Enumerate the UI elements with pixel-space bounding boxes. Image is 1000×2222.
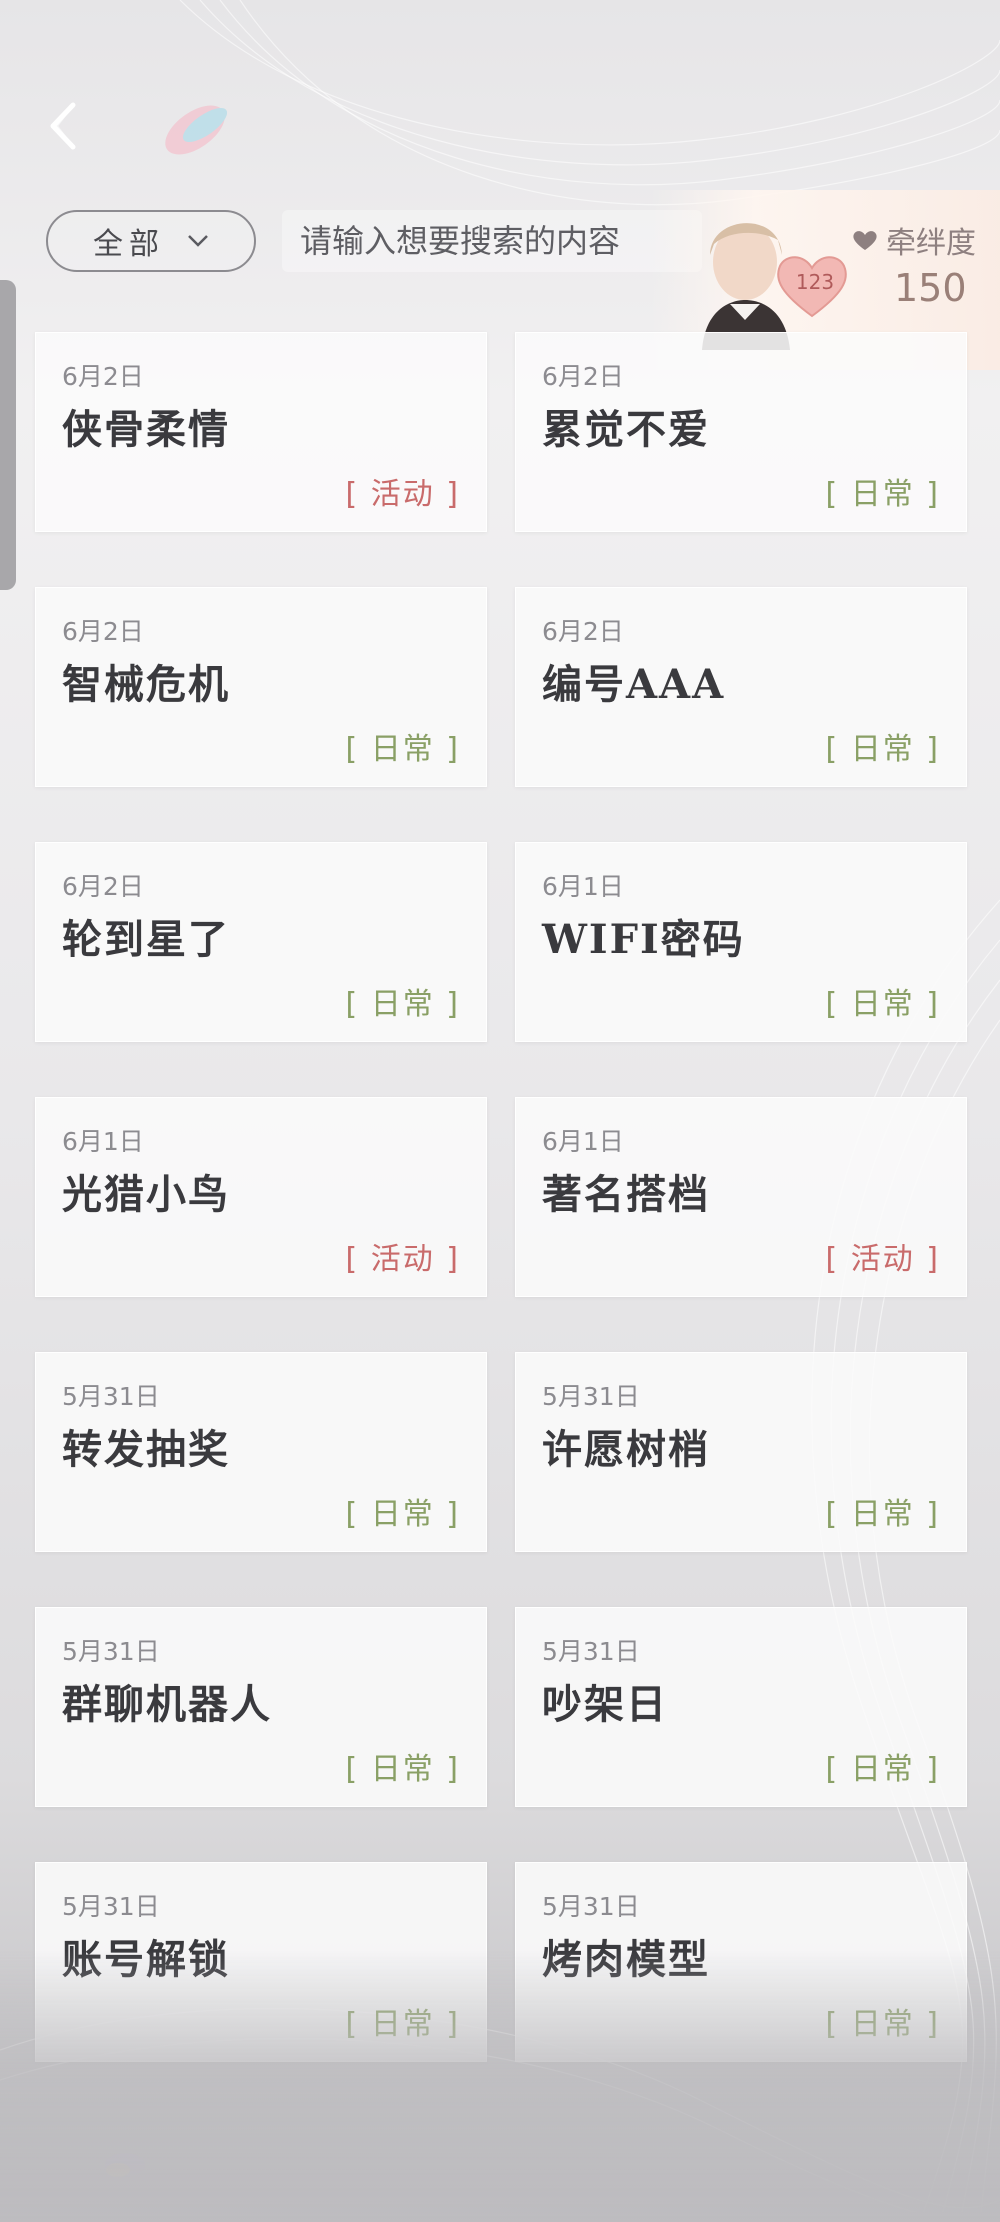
entry-title: 累觉不爱: [542, 406, 710, 453]
search-input[interactable]: [298, 221, 702, 261]
entry-title: 光猎小鸟: [62, 1171, 230, 1218]
entry-card[interactable]: 6月2日 智械危机 [ 日常 ]: [35, 587, 487, 787]
filter-label: 全部: [93, 227, 165, 262]
entry-date: 6月1日: [542, 1127, 624, 1156]
entry-card[interactable]: 5月31日 许愿树梢 [ 日常 ]: [515, 1352, 967, 1552]
entry-tag: [ 日常 ]: [345, 732, 460, 767]
entry-date: 6月2日: [62, 617, 144, 646]
entry-card[interactable]: 5月31日 账号解锁 [ 日常 ]: [35, 1862, 487, 2062]
category-filter-dropdown[interactable]: 全部: [46, 210, 256, 272]
entry-card[interactable]: 6月2日 侠骨柔情 [ 活动 ]: [35, 332, 487, 532]
entry-date: 6月2日: [62, 872, 144, 901]
entry-tag: [ 日常 ]: [825, 1752, 940, 1787]
bond-label-text: 牵绊度: [886, 226, 976, 261]
entry-tag: [ 日常 ]: [825, 732, 940, 767]
entry-date: 5月31日: [542, 1892, 640, 1921]
heart-icon: [853, 231, 877, 250]
entry-card[interactable]: 6月2日 累觉不爱 [ 日常 ]: [515, 332, 967, 532]
entry-date: 5月31日: [62, 1382, 160, 1411]
entry-tag: [ 活动 ]: [825, 1242, 940, 1277]
entry-tag: [ 活动 ]: [345, 477, 460, 512]
entry-date: 6月1日: [62, 1127, 144, 1156]
entry-tag: [ 日常 ]: [345, 987, 460, 1022]
entry-date: 5月31日: [542, 1382, 640, 1411]
entry-date: 5月31日: [62, 1892, 160, 1921]
entry-card[interactable]: 5月31日 群聊机器人 [ 日常 ]: [35, 1607, 487, 1807]
entry-tag: [ 日常 ]: [345, 1497, 460, 1532]
entry-tag: [ 日常 ]: [825, 2007, 940, 2042]
entry-title: 转发抽奖: [62, 1426, 230, 1473]
entry-title: 侠骨柔情: [62, 406, 230, 453]
entry-card[interactable]: 5月31日 吵架日 [ 日常 ]: [515, 1607, 967, 1807]
entry-title: 吵架日: [542, 1681, 668, 1728]
entry-card[interactable]: 6月1日 光猎小鸟 [ 活动 ]: [35, 1097, 487, 1297]
entry-date: 6月2日: [542, 362, 624, 391]
search-box[interactable]: [282, 210, 702, 272]
entry-date: 5月31日: [62, 1637, 160, 1666]
entry-tag: [ 日常 ]: [345, 2007, 460, 2042]
entry-title: 编号AAA: [542, 661, 726, 708]
back-button[interactable]: [40, 96, 90, 156]
bond-level: 123: [795, 270, 835, 294]
entry-title: 许愿树梢: [542, 1426, 710, 1473]
entry-card[interactable]: 6月1日 WIFI密码 [ 日常 ]: [515, 842, 967, 1042]
entry-title: 烤肉模型: [542, 1936, 710, 1983]
chevron-left-icon: [50, 102, 76, 150]
entry-tag: [ 日常 ]: [345, 1752, 460, 1787]
entry-tag: [ 日常 ]: [825, 1497, 940, 1532]
bond-label: 牵绊度: [852, 218, 976, 262]
entry-card[interactable]: 5月31日 烤肉模型 [ 日常 ]: [515, 1862, 967, 2062]
entry-date: 6月2日: [62, 362, 144, 391]
chevron-down-icon: [188, 235, 208, 247]
entry-title: 账号解锁: [62, 1936, 230, 1983]
entry-title: 群聊机器人: [62, 1681, 272, 1728]
entry-tag: [ 活动 ]: [345, 1242, 460, 1277]
entry-card[interactable]: 6月2日 编号AAA [ 日常 ]: [515, 587, 967, 787]
entry-date: 5月31日: [542, 1637, 640, 1666]
entry-title: 智械危机: [62, 661, 230, 708]
entry-title: WIFI密码: [542, 916, 745, 963]
entry-title: 著名搭档: [542, 1171, 710, 1218]
bond-value: 150: [894, 266, 967, 310]
entry-card[interactable]: 6月2日 轮到星了 [ 日常 ]: [35, 842, 487, 1042]
entry-date: 6月2日: [542, 617, 624, 646]
entry-date: 6月1日: [542, 872, 624, 901]
entry-tag: [ 日常 ]: [825, 477, 940, 512]
entry-tag: [ 日常 ]: [825, 987, 940, 1022]
side-drawer-handle[interactable]: [0, 280, 16, 590]
entry-title: 轮到星了: [62, 916, 230, 963]
entry-card[interactable]: 6月1日 著名搭档 [ 活动 ]: [515, 1097, 967, 1297]
entry-grid: 6月2日 侠骨柔情 [ 活动 ] 6月2日 累觉不爱 [ 日常 ] 6月2日 智…: [35, 332, 967, 2062]
entry-card[interactable]: 5月31日 转发抽奖 [ 日常 ]: [35, 1352, 487, 1552]
